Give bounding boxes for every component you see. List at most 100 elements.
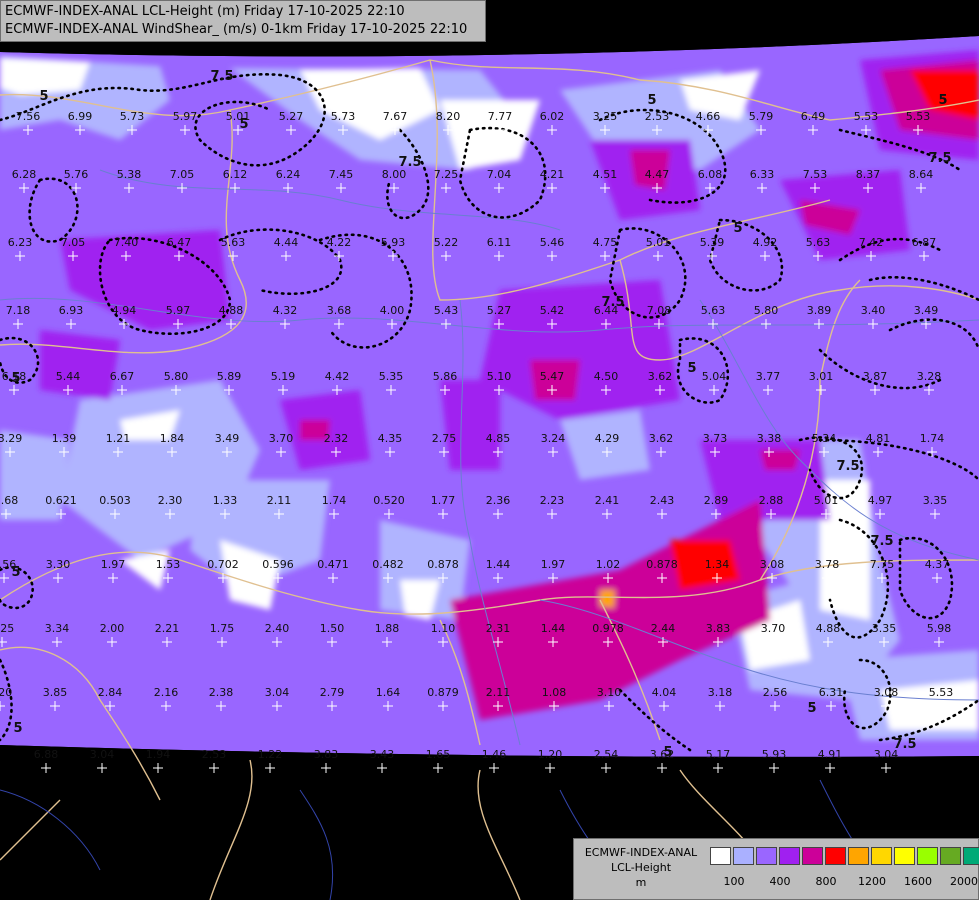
shear-value: 4.88 xyxy=(816,622,841,635)
shear-value: 7.05 xyxy=(170,168,195,181)
shear-value: 3.30 xyxy=(46,558,71,571)
legend-swatch xyxy=(848,847,869,865)
shear-value: 6.12 xyxy=(223,168,248,181)
shear-value: 4.66 xyxy=(696,110,721,123)
shear-value: 0.482 xyxy=(372,558,404,571)
shear-value: 2.43 xyxy=(650,494,675,507)
contour-label: 5 xyxy=(687,361,696,376)
shear-value: 8.37 xyxy=(856,168,881,181)
shear-value: 3.08 xyxy=(760,558,785,571)
contour-label: 5 xyxy=(807,701,816,716)
shear-value: 6.67 xyxy=(110,370,135,383)
shear-value: 2.84 xyxy=(98,686,123,699)
legend-swatch xyxy=(940,847,961,865)
shear-value: 1.02 xyxy=(596,558,621,571)
shear-value: 5.53 xyxy=(929,686,954,699)
shear-value: 3.85 xyxy=(43,686,68,699)
legend-ticks: 100 400 800 1200 1600 2000 xyxy=(710,875,979,889)
shear-value: 4.21 xyxy=(540,168,565,181)
shear-value: 3.08 xyxy=(874,686,899,699)
shear-value: 3.62 xyxy=(648,370,673,383)
contour-label: 5 xyxy=(13,721,22,736)
shear-value: 5.97 xyxy=(173,110,198,123)
legend-swatch xyxy=(710,847,731,865)
shear-value: 1.44 xyxy=(541,622,566,635)
shear-value: 8.20 xyxy=(436,110,461,123)
shear-value: 5.01 xyxy=(814,494,839,507)
shear-value: 2.56 xyxy=(763,686,788,699)
legend-swatch xyxy=(802,847,823,865)
shear-value: 3.77 xyxy=(756,370,781,383)
shear-value: 1.21 xyxy=(106,432,131,445)
shear-value: 1.94 xyxy=(146,748,171,761)
shear-value: 3.35 xyxy=(872,622,897,635)
shear-value: 0.878 xyxy=(646,558,678,571)
shear-value: 5.93 xyxy=(762,748,787,761)
shear-value: 2.88 xyxy=(759,494,784,507)
color-legend: ECMWF-INDEX-ANAL LCL-Height m 100 400 800 1… xyxy=(573,838,979,900)
shear-value: 3.62 xyxy=(649,432,674,445)
shear-value: 3.62 xyxy=(650,748,675,761)
shear-value: 3.04 xyxy=(874,748,899,761)
shear-value: 4.32 xyxy=(273,304,298,317)
shear-value: 1.20 xyxy=(538,748,563,761)
shear-value: 3.49 xyxy=(215,432,240,445)
shear-value: 5.86 xyxy=(433,370,458,383)
shear-value: 6.31 xyxy=(819,686,844,699)
shear-value: 7.25 xyxy=(434,168,459,181)
shear-value: 6.99 xyxy=(68,110,93,123)
legend-line-2: LCL-Height xyxy=(610,861,672,874)
map-title: ECMWF-INDEX-ANAL LCL-Height (m) Friday 1… xyxy=(0,0,486,42)
shear-value: 2.31 xyxy=(486,622,511,635)
contour-label: 7.5 xyxy=(928,151,951,166)
shear-value: 7.56 xyxy=(16,110,41,123)
shear-value: 4.94 xyxy=(112,304,137,317)
title-line-1: ECMWF-INDEX-ANAL LCL-Height (m) Friday 1… xyxy=(5,4,405,19)
shear-value: 5.42 xyxy=(540,304,565,317)
shear-value: 6.02 xyxy=(540,110,565,123)
shear-value: 1.97 xyxy=(541,558,566,571)
shear-value: 6.87 xyxy=(912,236,937,249)
shear-value: 2.32 xyxy=(324,432,349,445)
shear-value: 1.53 xyxy=(156,558,181,571)
shear-value: 7.18 xyxy=(6,304,31,317)
shear-value: 5.27 xyxy=(487,304,512,317)
shear-value: 3.04 xyxy=(265,686,290,699)
shear-value: 2.30 xyxy=(158,494,183,507)
shear-value: 2.75 xyxy=(432,432,457,445)
shear-value: 3.10 xyxy=(597,686,622,699)
shear-value: 4.37 xyxy=(925,558,950,571)
shear-value: 0.978 xyxy=(592,622,624,635)
contour-label: 5 xyxy=(938,93,947,108)
shear-value: 1.08 xyxy=(542,686,567,699)
legend-tick-label: 800 xyxy=(815,875,837,888)
shear-value: 1.46 xyxy=(482,748,507,761)
shear-value: 3.70 xyxy=(761,622,786,635)
shear-value: 8.00 xyxy=(382,168,407,181)
shear-value: 4.91 xyxy=(818,748,843,761)
shear-value: 6.49 xyxy=(801,110,826,123)
shear-value: 2.21 xyxy=(155,622,180,635)
shear-value: 1.22 xyxy=(258,748,283,761)
legend-swatches xyxy=(710,847,979,865)
contour-label: 7.5 xyxy=(836,459,859,474)
shear-value: 0.596 xyxy=(262,558,294,571)
shear-value: 4.22 xyxy=(327,236,352,249)
shear-value: 5.80 xyxy=(754,304,779,317)
shear-value: 7.04 xyxy=(487,168,512,181)
shear-value: 7.67 xyxy=(383,110,408,123)
shear-value: 7.42 xyxy=(859,236,884,249)
shear-value: 6.33 xyxy=(750,168,775,181)
shear-value: 6.23 xyxy=(8,236,33,249)
contour-label: 7.5 xyxy=(870,534,893,549)
shear-value: 0.879 xyxy=(427,686,459,699)
legend-tick-label: 100 xyxy=(723,875,745,888)
shear-value: 6.18 xyxy=(2,370,27,383)
shear-value: 3.40 xyxy=(861,304,886,317)
shear-value: 4.85 xyxy=(486,432,511,445)
shear-value: 2.41 xyxy=(595,494,620,507)
shear-value: 3.87 xyxy=(863,370,888,383)
shear-value: 3.25 xyxy=(0,622,14,635)
shear-value: 5.89 xyxy=(217,370,242,383)
legend-tick-label: 400 xyxy=(769,875,791,888)
